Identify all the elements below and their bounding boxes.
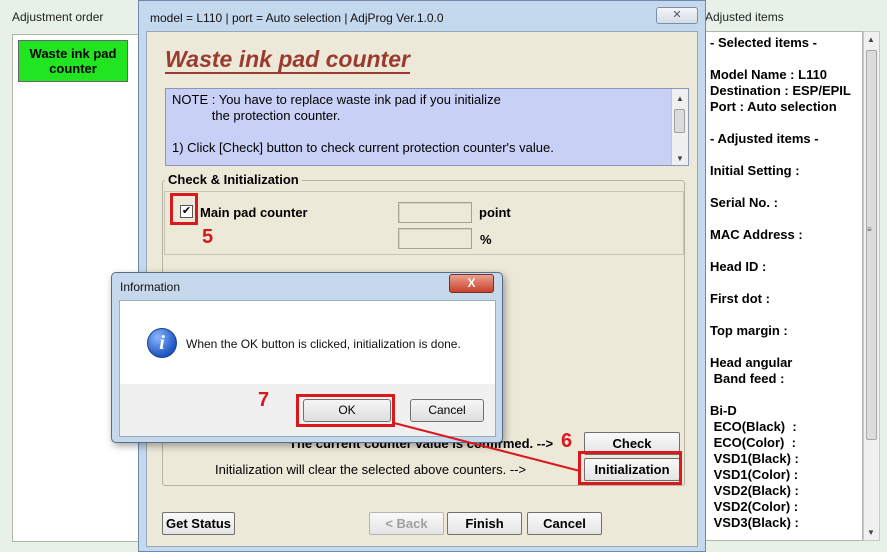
connector-line (393, 422, 581, 472)
step-arrow-line (393, 422, 581, 472)
